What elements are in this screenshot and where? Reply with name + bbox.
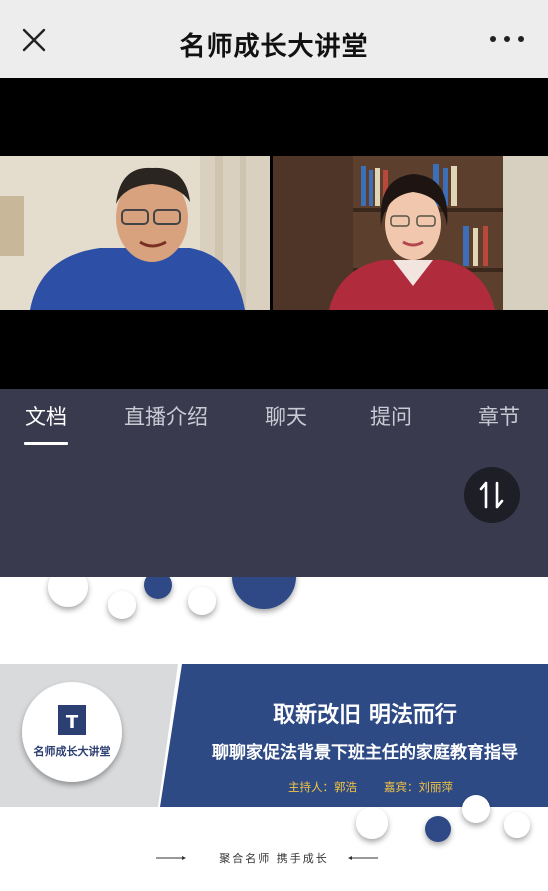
sort-arrows-icon (479, 481, 504, 509)
slide-graphic: T 名师成长大讲堂 取新改旧 明法而行 聊聊家促法背景下班主任的家庭教育指导 主… (0, 577, 548, 865)
logo-letter: T (66, 712, 79, 733)
tab-live-intro[interactable]: 直播介绍 (92, 389, 240, 445)
decor-circle (232, 577, 296, 609)
more-options-icon[interactable] (490, 36, 524, 44)
footer-slogan: 聚合名师 携手成长 (219, 851, 329, 865)
page-title: 名师成长大讲堂 (179, 32, 369, 62)
decor-circle (144, 577, 172, 599)
decor-circle (108, 591, 136, 619)
host-video-feed (0, 156, 270, 310)
slide-headline: 取新改旧 明法而行 (273, 702, 457, 728)
tab-document[interactable]: 文档 (0, 389, 92, 445)
tab-chapters[interactable]: 章节 (450, 389, 548, 445)
document-panel (0, 445, 548, 577)
decor-circle (48, 577, 88, 607)
tab-bar: 文档 直播介绍 聊天 提问 章节 (0, 389, 548, 445)
tab-chat[interactable]: 聊天 (240, 389, 332, 445)
decor-circle (188, 587, 216, 615)
document-slide[interactable]: T 名师成长大讲堂 取新改旧 明法而行 聊聊家促法背景下班主任的家庭教育指导 主… (0, 577, 548, 891)
top-bar: 名师成长大讲堂 (0, 0, 548, 78)
guest-video-feed (273, 156, 548, 310)
decor-circle (425, 816, 451, 842)
decor-circle (356, 807, 388, 839)
slide-subtitle: 聊聊家促法背景下班主任的家庭教育指导 (212, 742, 518, 763)
live-video-player[interactable] (0, 78, 548, 389)
tab-questions[interactable]: 提问 (332, 389, 450, 445)
logo-text: 名师成长大讲堂 (34, 744, 111, 758)
decor-circle (504, 812, 530, 838)
sort-toggle-button[interactable] (464, 467, 520, 523)
decor-circle (462, 795, 490, 823)
guest-label: 嘉宾：刘丽萍 (384, 780, 453, 794)
host-label: 主持人：郭浩 (288, 780, 357, 794)
